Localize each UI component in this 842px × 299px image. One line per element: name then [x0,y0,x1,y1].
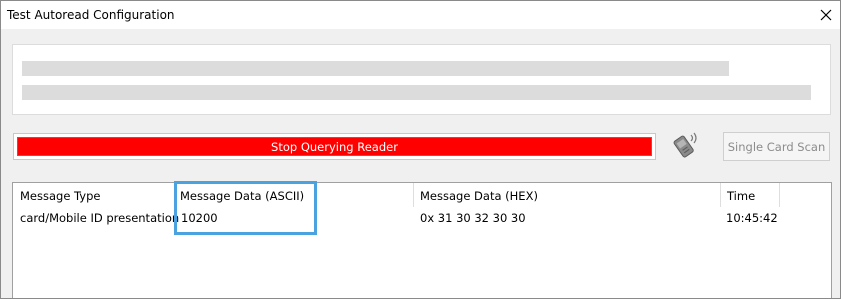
info-panel [12,44,831,115]
cell-time: 10:45:42 [726,211,778,225]
title-bar: Test Autoread Configuration [1,1,840,29]
redacted-line [22,85,811,100]
cell-message-data-hex: 0x 31 30 32 30 30 [420,211,526,225]
table-row[interactable]: card/Mobile ID presentation 10200 0x 31 … [13,207,831,229]
single-card-scan-button[interactable]: Single Card Scan [723,132,830,161]
column-divider[interactable] [174,183,175,207]
redacted-line [22,61,729,76]
close-button[interactable] [812,1,840,29]
close-icon [820,9,832,21]
dialog-window: Test Autoread Configuration Stop Queryin… [0,0,841,299]
column-header-message-data-hex[interactable]: Message Data (HEX) [420,189,538,203]
column-header-message-type[interactable]: Message Type [20,189,100,203]
cell-message-type: card/Mobile ID presentation [20,211,180,225]
message-table: Message Type Message Data (ASCII) Messag… [12,182,832,298]
column-header-time[interactable]: Time [727,189,755,203]
column-header-message-data-ascii[interactable]: Message Data (ASCII) [180,189,304,203]
window-title: Test Autoread Configuration [7,8,175,22]
column-divider[interactable] [779,183,780,207]
stop-querying-button[interactable]: Stop Querying Reader [17,137,652,156]
card-reader-icon [667,129,703,161]
column-divider[interactable] [413,183,414,207]
stop-button-frame: Stop Querying Reader [13,133,656,160]
cell-message-data-ascii: 10200 [181,211,218,225]
column-divider[interactable] [720,183,721,207]
